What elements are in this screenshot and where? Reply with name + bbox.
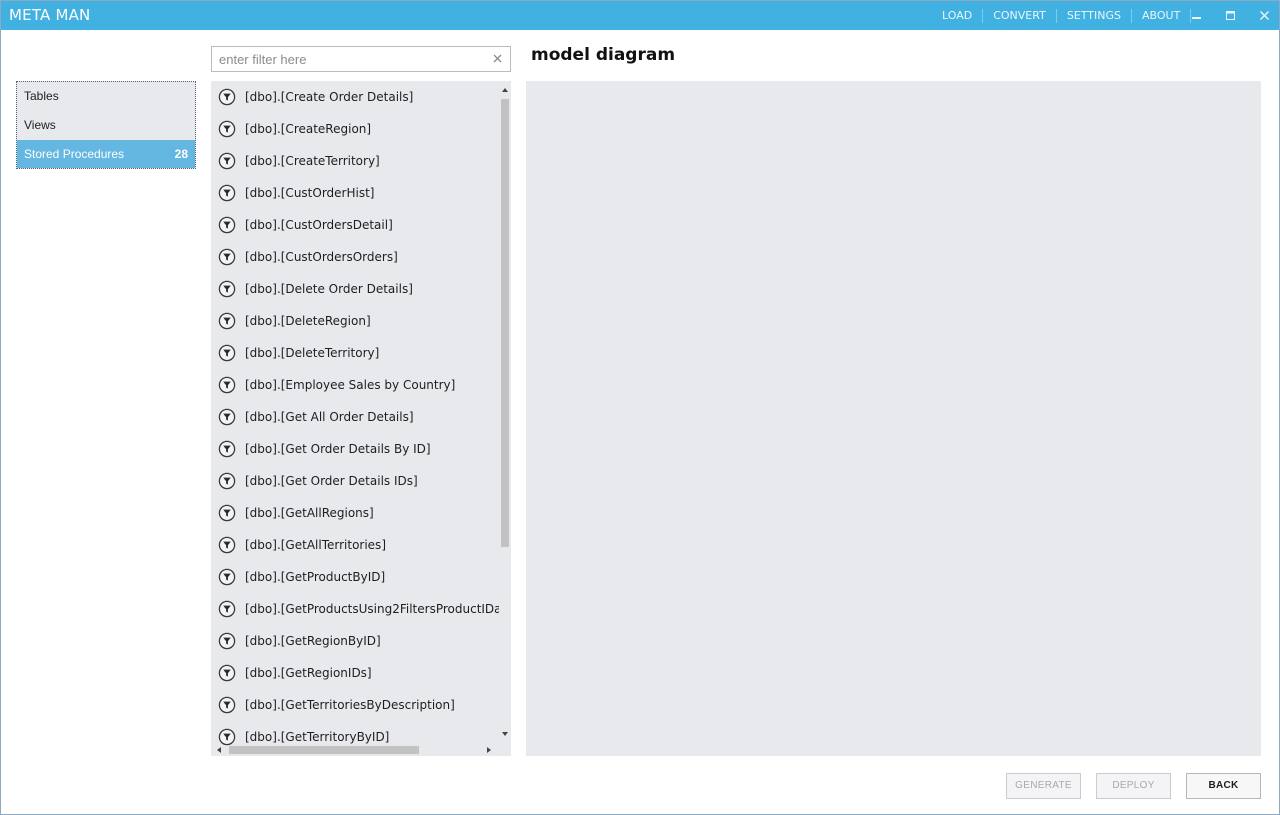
filter-box xyxy=(211,46,511,72)
list-item[interactable]: [dbo].[DeleteTerritory] xyxy=(211,337,499,369)
menu-load[interactable]: LOAD xyxy=(932,8,982,24)
list-item[interactable]: [dbo].[Create Order Details] xyxy=(211,81,499,113)
filter-funnel-icon xyxy=(218,216,236,234)
nav-item-label: Views xyxy=(24,118,56,132)
list-item[interactable]: [dbo].[Get Order Details IDs] xyxy=(211,465,499,497)
filter-funnel-icon xyxy=(218,344,236,362)
object-type-nav: Tables Views Stored Procedures 28 xyxy=(16,81,196,169)
model-diagram-canvas[interactable] xyxy=(526,81,1261,756)
procedure-name: [dbo].[DeleteTerritory] xyxy=(245,346,380,360)
procedure-name: [dbo].[GetTerritoryByID] xyxy=(245,730,390,744)
procedure-name: [dbo].[DeleteRegion] xyxy=(245,314,371,328)
filter-funnel-icon xyxy=(218,184,236,202)
filter-funnel-icon xyxy=(218,280,236,298)
list-item[interactable]: [dbo].[GetAllTerritories] xyxy=(211,529,499,561)
list-item[interactable]: [dbo].[CustOrderHist] xyxy=(211,177,499,209)
list-item[interactable]: [dbo].[Get All Order Details] xyxy=(211,401,499,433)
clear-filter-icon[interactable] xyxy=(491,52,504,65)
procedure-name: [dbo].[CustOrderHist] xyxy=(245,186,375,200)
app-window: META MAN LOAD CONVERT SETTINGS ABOUT Tab… xyxy=(0,0,1280,815)
filter-funnel-icon xyxy=(218,120,236,138)
filter-funnel-icon xyxy=(218,536,236,554)
page-title: model diagram xyxy=(531,45,676,65)
menu-settings[interactable]: SETTINGS xyxy=(1057,8,1131,24)
vertical-scrollbar[interactable] xyxy=(499,81,511,744)
procedure-name: [dbo].[Get Order Details IDs] xyxy=(245,474,418,488)
procedure-name: [dbo].[GetProductsUsing2FiltersProductID… xyxy=(245,602,499,616)
list-item[interactable]: [dbo].[Get Order Details By ID] xyxy=(211,433,499,465)
procedure-list: [dbo].[Create Order Details] [dbo].[Creat… xyxy=(211,81,511,756)
filter-funnel-icon xyxy=(218,632,236,650)
list-item[interactable]: [dbo].[Employee Sales by Country] xyxy=(211,369,499,401)
procedure-name: [dbo].[GetAllRegions] xyxy=(245,506,374,520)
filter-funnel-icon xyxy=(218,600,236,618)
filter-funnel-icon xyxy=(218,504,236,522)
scroll-thumb[interactable] xyxy=(501,99,509,547)
procedure-name: [dbo].[Get Order Details By ID] xyxy=(245,442,431,456)
scroll-up-icon[interactable] xyxy=(502,88,508,92)
app-title: META MAN xyxy=(9,6,91,24)
procedure-name: [dbo].[Get All Order Details] xyxy=(245,410,414,424)
list-item[interactable]: [dbo].[GetProductByID] xyxy=(211,561,499,593)
count-badge: 28 xyxy=(174,147,188,161)
filter-funnel-icon xyxy=(218,248,236,266)
list-item[interactable]: [dbo].[GetTerritoriesByDescription] xyxy=(211,689,499,721)
scroll-thumb[interactable] xyxy=(229,746,419,754)
nav-item-views[interactable]: Views xyxy=(17,111,195,139)
list-item[interactable]: [dbo].[GetRegionIDs] xyxy=(211,657,499,689)
list-item[interactable]: [dbo].[GetProductsUsing2FiltersProductID… xyxy=(211,593,499,625)
filter-funnel-icon xyxy=(218,88,236,106)
procedure-name: [dbo].[GetTerritoriesByDescription] xyxy=(245,698,455,712)
list-item[interactable]: [dbo].[DeleteRegion] xyxy=(211,305,499,337)
filter-funnel-icon xyxy=(218,696,236,714)
procedure-name: [dbo].[Delete Order Details] xyxy=(245,282,413,296)
filter-funnel-icon xyxy=(218,472,236,490)
procedure-name: [dbo].[CreateRegion] xyxy=(245,122,372,136)
procedure-name: [dbo].[CustOrdersDetail] xyxy=(245,218,393,232)
procedure-name: [dbo].[Employee Sales by Country] xyxy=(245,378,456,392)
list-item[interactable]: [dbo].[CreateRegion] xyxy=(211,113,499,145)
filter-funnel-icon xyxy=(218,152,236,170)
nav-item-label: Tables xyxy=(24,89,59,103)
filter-funnel-icon xyxy=(218,664,236,682)
nav-item-label: Stored Procedures xyxy=(24,147,125,161)
nav-item-stored-procedures[interactable]: Stored Procedures 28 xyxy=(17,140,195,168)
scroll-right-icon[interactable] xyxy=(487,747,491,753)
scroll-left-icon[interactable] xyxy=(217,747,221,753)
top-menu: LOAD CONVERT SETTINGS ABOUT xyxy=(932,1,1192,30)
menu-convert[interactable]: CONVERT xyxy=(983,8,1056,24)
procedure-name: [dbo].[GetRegionIDs] xyxy=(245,666,372,680)
filter-funnel-icon xyxy=(218,568,236,586)
filter-funnel-icon xyxy=(218,376,236,394)
procedure-name: [dbo].[Create Order Details] xyxy=(245,90,414,104)
list-item[interactable]: [dbo].[CustOrdersDetail] xyxy=(211,209,499,241)
filter-funnel-icon xyxy=(218,312,236,330)
deploy-button[interactable]: DEPLOY xyxy=(1096,773,1171,799)
nav-item-tables[interactable]: Tables xyxy=(17,82,195,110)
procedure-name: [dbo].[GetProductByID] xyxy=(245,570,386,584)
list-item[interactable]: [dbo].[Delete Order Details] xyxy=(211,273,499,305)
close-icon[interactable] xyxy=(1249,1,1279,30)
horizontal-scrollbar[interactable] xyxy=(211,744,499,756)
maximize-icon[interactable] xyxy=(1215,1,1245,30)
back-button[interactable]: BACK xyxy=(1186,773,1261,799)
list-item[interactable]: [dbo].[CreateTerritory] xyxy=(211,145,499,177)
generate-button[interactable]: GENERATE xyxy=(1006,773,1081,799)
procedure-name: [dbo].[GetRegionByID] xyxy=(245,634,381,648)
minimize-icon[interactable] xyxy=(1181,1,1211,30)
filter-funnel-icon xyxy=(218,440,236,458)
procedure-name: [dbo].[GetAllTerritories] xyxy=(245,538,386,552)
procedure-name: [dbo].[CreateTerritory] xyxy=(245,154,380,168)
filter-input[interactable] xyxy=(212,47,488,71)
filter-funnel-icon xyxy=(218,408,236,426)
list-item[interactable]: [dbo].[CustOrdersOrders] xyxy=(211,241,499,273)
procedure-name: [dbo].[CustOrdersOrders] xyxy=(245,250,398,264)
scroll-down-icon[interactable] xyxy=(502,732,508,736)
list-item[interactable]: [dbo].[GetAllRegions] xyxy=(211,497,499,529)
list-item[interactable]: [dbo].[GetRegionByID] xyxy=(211,625,499,657)
title-bar: META MAN LOAD CONVERT SETTINGS ABOUT xyxy=(1,1,1279,30)
